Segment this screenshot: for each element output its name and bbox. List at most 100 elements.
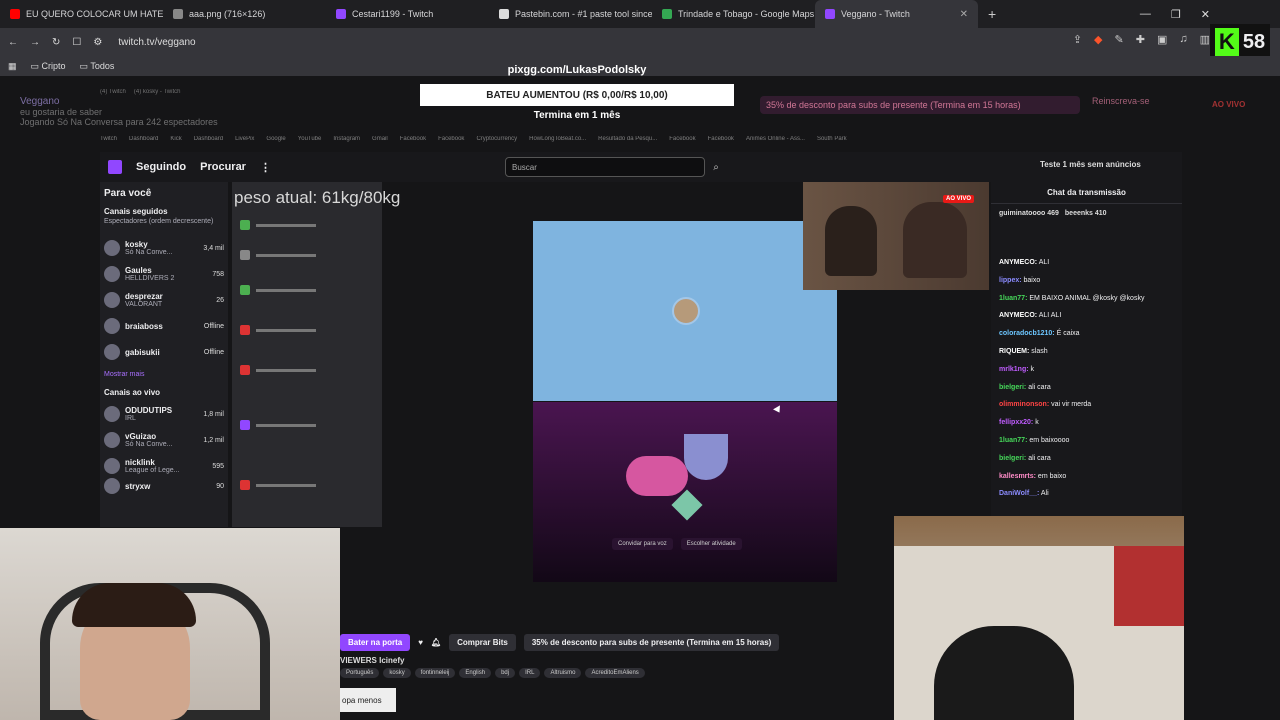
browser-tab[interactable]: aaa.png (716×126) — [163, 0, 326, 28]
close-icon[interactable]: ✕ — [960, 9, 968, 20]
music-icon[interactable]: ♫ — [1179, 33, 1187, 46]
browser-tab[interactable]: Pastebin.com - #1 paste tool since 2002 — [489, 0, 652, 28]
twitch-logo-icon — [108, 160, 122, 174]
channel-viewers: 1,2 mil — [203, 436, 224, 444]
inner-bookmark: Resultado da Pesqu... — [598, 136, 658, 142]
stream-category: VIEWERS Icinefy — [340, 656, 405, 665]
kick-logo-icon: K — [1214, 28, 1239, 56]
nav-browse: Procurar — [200, 161, 246, 173]
followed-channel: braiaboss Offline — [104, 313, 224, 339]
apps-icon[interactable]: ▦ — [8, 61, 17, 72]
tab-title: EU QUERO COLOCAR UM HATER DO — [26, 9, 163, 19]
streamer-info: Veggano eu gostaria de saber Jogando Só … — [20, 96, 218, 127]
followed-channel: Gaules HELLDIVERS 2 758 — [104, 261, 224, 287]
obs-row — [240, 420, 376, 430]
chat-message: fellipxx20: k — [999, 414, 1179, 432]
channel-viewers: 595 — [212, 462, 224, 470]
avatar — [104, 478, 120, 494]
chat-message: bielgeri: ali cara — [999, 450, 1179, 468]
inner-tab: (4) Twitch — [100, 89, 126, 95]
chat-text: slash — [1031, 347, 1048, 355]
chat-text: ALI ALI — [1038, 312, 1062, 320]
channel-game: Só Na Conve... — [125, 441, 173, 448]
inner-bookmark: Facebook — [707, 136, 734, 142]
game-actions: Convidar para voz Escolher atividade — [612, 538, 742, 550]
url-field[interactable]: twitch.tv/veggano — [118, 37, 195, 48]
streamer-name: Veggano — [20, 96, 60, 107]
ad-free-trial: Teste 1 mês sem anúncios — [1040, 160, 1141, 169]
avatar — [104, 240, 120, 256]
chat-message: olimminonson: vai vir merda — [999, 396, 1179, 414]
minimize-icon[interactable]: — — [1140, 8, 1151, 20]
shelf — [1114, 546, 1184, 626]
inner-tab: (4) kosky - Twitch — [133, 89, 181, 95]
chat-message: RIQUEM: slash — [999, 343, 1179, 361]
inner-bottom-bar: Bater na porta ♥ 🔔︎ Comprar Bits 35% de … — [340, 630, 894, 654]
scene-icon — [240, 420, 250, 430]
chat-text: em baixo — [1037, 472, 1067, 480]
stream-subtitle: Jogando Só Na Conversa para 242 espectad… — [20, 117, 218, 127]
inner-bookmark: Instagram — [333, 136, 361, 142]
reload-icon[interactable]: ↻ — [52, 37, 60, 48]
bookmark-icon[interactable]: ☐ — [72, 37, 81, 48]
scene-text-placeholder — [256, 288, 316, 292]
chat-message: 1luan77: EM BAIXO ANIMAL @kosky @kosky — [999, 290, 1179, 308]
chat-text: vai vir merda — [1051, 401, 1092, 409]
bookmark-folder[interactable]: ▭ Cripto — [31, 61, 66, 72]
close-window-icon[interactable]: ✕ — [1201, 8, 1210, 21]
obs-row — [240, 480, 376, 490]
obs-scene-list — [232, 182, 382, 527]
avatar — [104, 406, 120, 422]
inner-bookmark: Google — [266, 136, 286, 142]
browser-tab[interactable]: Cestari1199 - Twitch — [326, 0, 489, 28]
sidebar-icon[interactable]: ▥ — [1200, 33, 1210, 46]
inner-bookmark: Twitch — [100, 136, 118, 142]
channel-name: desprezar — [125, 292, 163, 301]
channel-name: kosky — [125, 240, 148, 249]
chat-username: olimminonson: — [999, 401, 1050, 409]
new-tab-button[interactable]: + — [978, 6, 1006, 22]
avatar — [104, 318, 120, 334]
scene-icon — [240, 250, 250, 260]
person — [903, 202, 967, 278]
scene-text-placeholder — [256, 328, 316, 332]
forward-icon[interactable]: → — [30, 37, 40, 48]
chat-header: Chat da transmissão — [991, 182, 1182, 204]
followed-title: Canais seguidos — [104, 207, 168, 216]
browser-tab[interactable]: Trindade e Tobago - Google Maps — [652, 0, 815, 28]
chat-popup: opa menos — [340, 688, 396, 712]
obs-row — [240, 325, 376, 335]
puzzle-icon[interactable]: ✚ — [1136, 33, 1145, 46]
kick-count: 58 — [1242, 30, 1266, 53]
scene-text-placeholder — [256, 368, 316, 372]
inner-bookmark: HowLongToBeat.co... — [529, 136, 587, 142]
brave-shield-icon[interactable]: ◆ — [1094, 33, 1102, 46]
tab-title: Trindade e Tobago - Google Maps — [678, 9, 815, 19]
scene-icon — [240, 365, 250, 375]
followed-channel: gabisukii Offline — [104, 339, 224, 365]
tab-title: aaa.png (716×126) — [189, 9, 266, 19]
channel-viewers: Offline — [203, 322, 224, 330]
stream-tags: Português kosky fontinneleij English bdj… — [340, 668, 645, 678]
back-icon[interactable]: ← — [8, 37, 18, 48]
inner-bookmark: Animes Online - Ass... — [745, 136, 805, 142]
browser-tab-active[interactable]: Veggano - Twitch ✕ — [815, 0, 978, 28]
chat-text: ali cara — [1028, 454, 1051, 462]
share-icon[interactable]: ⇪ — [1073, 33, 1082, 46]
inner-bookmark: Dashboard — [129, 136, 159, 142]
inner-bookmark: YouTube — [297, 136, 322, 142]
tab-icon[interactable]: ▣ — [1157, 33, 1167, 46]
bookmark-folder[interactable]: ▭ Todos — [80, 61, 115, 72]
kick-badge: K 58 — [1210, 24, 1270, 60]
chat-message: ANYMECO: ALI — [999, 254, 1179, 272]
site-settings-icon[interactable]: ⚙ — [93, 37, 102, 48]
browser-tab[interactable]: EU QUERO COLOCAR UM HATER DO — [0, 0, 163, 28]
chat-username: 1luan77: — [999, 436, 1028, 444]
buy-bits-button: Comprar Bits — [449, 633, 516, 651]
extension-icon[interactable]: ✎ — [1115, 33, 1124, 46]
tag: kosky — [383, 668, 411, 678]
maximize-icon[interactable]: ❐ — [1171, 8, 1181, 21]
chat-text: ali cara — [1028, 383, 1051, 391]
chat-text: em baixoooo — [1029, 436, 1070, 444]
chat-username: fellipxx20: — [999, 419, 1034, 427]
